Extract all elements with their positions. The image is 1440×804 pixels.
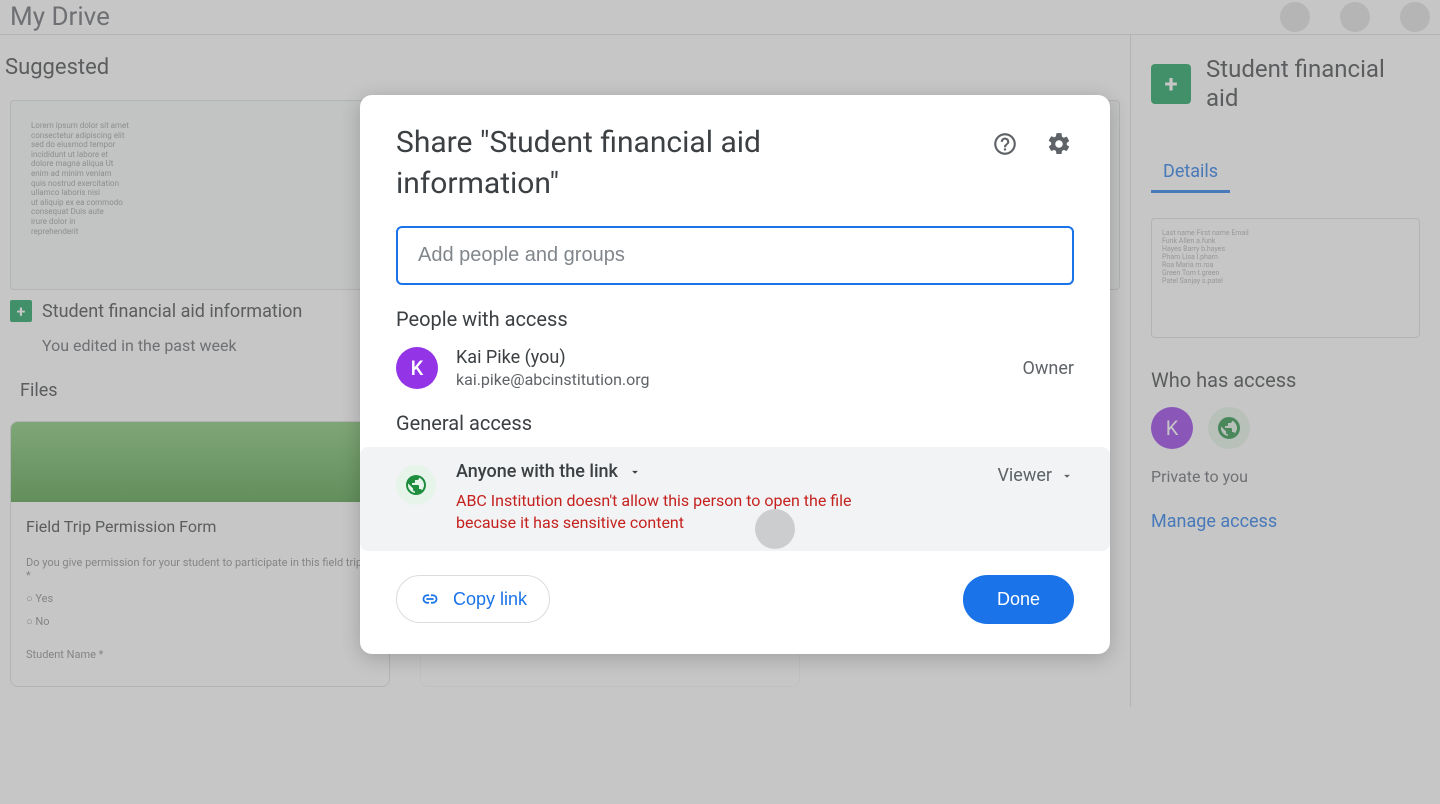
chevron-down-icon [628,465,642,479]
person-email: kai.pike@abcinstitution.org [456,370,650,389]
share-dialog: Share "Student financial aid information… [360,95,1110,654]
access-warning: ABC Institution doesn't allow this perso… [456,490,896,535]
help-button[interactable] [990,129,1020,159]
globe-icon [396,465,436,505]
copy-link-button[interactable]: Copy link [396,575,550,623]
general-access-row: Anyone with the link ABC Institution doe… [360,447,1110,551]
copy-link-label: Copy link [453,589,527,610]
people-with-access-label: People with access [396,307,1074,331]
person-role: Owner [1023,358,1075,379]
dialog-title: Share "Student financial aid information… [396,123,896,204]
settings-button[interactable] [1044,129,1074,159]
add-people-input[interactable] [396,226,1074,285]
person-name: Kai Pike (you) [456,347,650,368]
person-row: K Kai Pike (you) kai.pike@abcinstitution… [396,347,1074,389]
link-scope-dropdown[interactable]: Anyone with the link [456,461,896,482]
chevron-down-icon [1060,469,1074,483]
permission-label: Viewer [997,465,1052,486]
general-access-label: General access [396,411,1074,435]
user-avatar: K [396,347,438,389]
done-button[interactable]: Done [963,575,1074,624]
permission-dropdown[interactable]: Viewer [997,465,1074,486]
link-icon [419,588,441,610]
link-scope-label: Anyone with the link [456,461,618,482]
gear-icon [1046,131,1072,157]
help-icon [992,131,1018,157]
